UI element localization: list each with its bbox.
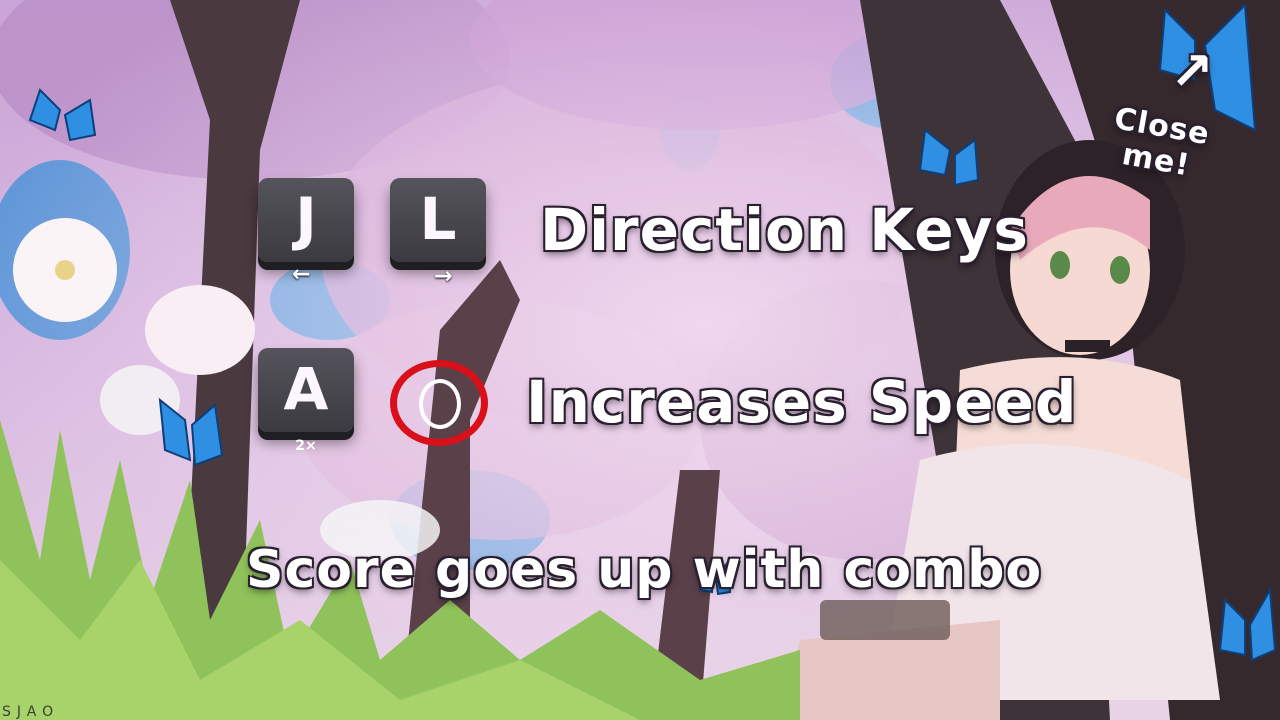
tap-circle-inner (419, 379, 461, 429)
close-label: Close me! (1095, 100, 1223, 187)
key-a-multiplier: 2× (295, 438, 317, 454)
key-l: L (390, 178, 486, 262)
key-j: J (258, 178, 354, 262)
close-arrow-icon: ↗ (1170, 42, 1215, 102)
background-scene (0, 0, 1280, 720)
score-combo-text: Score goes up with combo (246, 540, 1043, 600)
key-j-label: J (295, 185, 317, 253)
tap-circle-icon (390, 360, 488, 446)
increases-speed-text: Increases Speed (526, 368, 1078, 436)
key-a-label: A (283, 355, 329, 423)
key-a: A 2× (258, 348, 354, 454)
close-button[interactable]: ↗ Close me! (1100, 42, 1230, 210)
artist-watermark: SJAO (2, 704, 60, 720)
left-arrow-icon: ← (292, 262, 311, 287)
direction-keys-text: Direction Keys (540, 196, 1029, 264)
key-l-label: L (419, 185, 457, 253)
right-arrow-icon: → (434, 264, 453, 289)
